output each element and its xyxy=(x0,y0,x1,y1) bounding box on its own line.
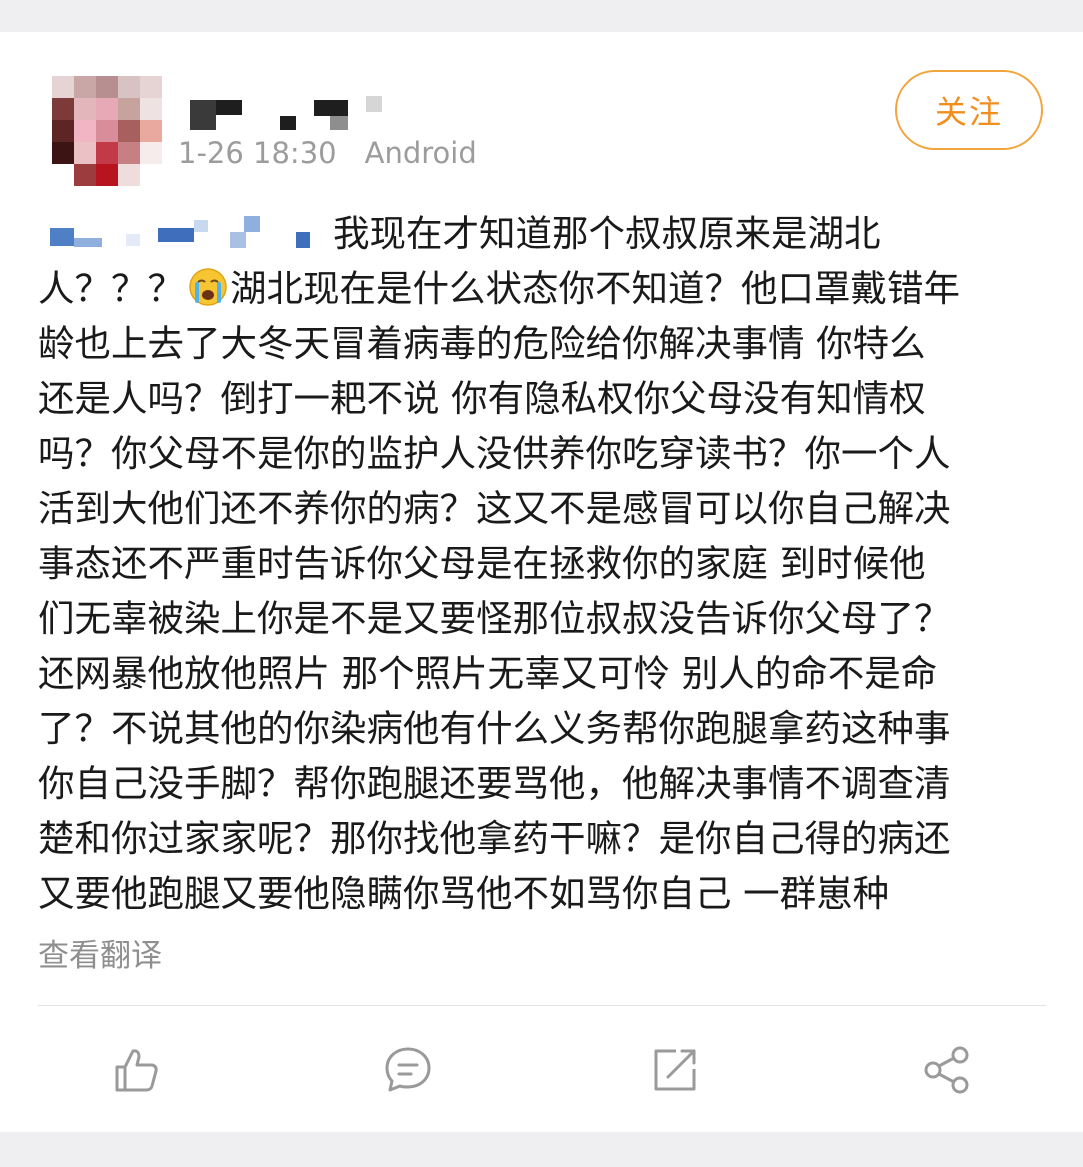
thumbs-up-icon[interactable] xyxy=(111,1045,161,1095)
post-text-segment: 我现在才知道那个叔叔原来是湖北 xyxy=(333,212,881,255)
redaction-block xyxy=(126,234,140,246)
avatar-pixel xyxy=(96,142,118,164)
avatar-pixel xyxy=(52,164,74,186)
divider xyxy=(38,1005,1046,1006)
avatar-pixel xyxy=(140,164,162,186)
avatar-pixel xyxy=(118,120,140,142)
avatar-pixel xyxy=(96,76,118,98)
redaction-block xyxy=(50,228,74,246)
repost-arrow-icon[interactable] xyxy=(650,1045,700,1095)
avatar-pixel xyxy=(96,98,118,120)
redaction-block xyxy=(366,96,382,112)
avatar-pixel xyxy=(118,98,140,120)
comment-bubble-icon[interactable] xyxy=(383,1045,433,1095)
avatar-pixel xyxy=(140,98,162,120)
post-text: 我现在才知道那个叔叔原来是湖北 人？？？ 湖北现在是什么状态你不知道？他口罩戴错… xyxy=(38,206,1048,921)
avatar-pixel xyxy=(96,120,118,142)
avatar-pixel xyxy=(118,164,140,186)
post-text-line: 又要他跑腿又要他隐瞒你骂他不如骂你自己 一群崽种 xyxy=(38,872,890,915)
post-meta: 1-26 18:30 Android xyxy=(178,136,477,170)
avatar-pixel xyxy=(74,164,96,186)
post-text-line: 楚和你过家家呢？那你找他拿药干嘛？是你自己得的病还 xyxy=(38,817,951,860)
post-text-segment: 人？？？ xyxy=(38,267,184,310)
avatar-pixel xyxy=(52,98,74,120)
avatar-pixel xyxy=(74,76,96,98)
post-text-line: 人？？？ 湖北现在是什么状态你不知道？他口罩戴错年 xyxy=(38,261,1048,316)
avatar-pixel xyxy=(96,164,118,186)
avatar-pixel xyxy=(74,120,96,142)
redaction-block xyxy=(330,116,348,130)
post-text-line: 们无辜被染上你是不是又要怪那位叔叔没告诉你父母了？ xyxy=(38,597,951,640)
post-text-line: 我现在才知道那个叔叔原来是湖北 xyxy=(38,206,1048,261)
post-text-line: 还网暴他放他照片 那个照片无辜又可怜 别人的命不是命 xyxy=(38,652,938,695)
avatar-pixel xyxy=(140,120,162,142)
avatar[interactable] xyxy=(52,76,162,186)
post-text-line: 了？不说其他的你染病他有什么义务帮你跑腿拿药这种事 xyxy=(38,707,951,750)
avatar-pixel xyxy=(118,76,140,98)
translate-link[interactable]: 查看翻译 xyxy=(38,930,162,975)
redaction-block xyxy=(230,232,246,248)
redaction-block xyxy=(280,116,296,130)
redaction-block xyxy=(190,100,216,130)
mention-redacted[interactable] xyxy=(38,212,333,252)
redaction-block xyxy=(216,100,242,115)
avatar-pixel xyxy=(118,142,140,164)
post-device: Android xyxy=(364,136,477,170)
post-card: 1-26 18:30 Android 关注 我现在才知道那个叔叔原来是湖北 人？？… xyxy=(0,32,1083,1132)
avatar-pixel xyxy=(74,142,96,164)
avatar-pixel xyxy=(52,120,74,142)
post-text-segment: 湖北现在是什么状态你不知道？他口罩戴错年 xyxy=(230,267,960,310)
avatar-pixel xyxy=(74,98,96,120)
follow-button[interactable]: 关注 xyxy=(895,70,1043,150)
post-time: 1-26 18:30 xyxy=(178,136,337,170)
redaction-block xyxy=(314,100,348,116)
avatar-pixel xyxy=(52,142,74,164)
post-text-line: 事态还不严重时告诉你父母是在拯救你的家庭 到时候他 xyxy=(38,542,926,585)
redaction-block xyxy=(74,238,102,247)
post-text-line: 吗？你父母不是你的监护人没供养你吃穿读书？你一个人 xyxy=(38,432,951,475)
post-text-line: 你自己没手脚？帮你跑腿还要骂他，他解决事情不调查清 xyxy=(38,762,951,805)
redaction-block xyxy=(296,232,310,248)
post-text-line: 还是人吗？倒打一耙不说 你有隐私权你父母没有知情权 xyxy=(38,377,926,420)
username-redacted[interactable] xyxy=(190,94,390,130)
post-text-line: 活到大他们还不养你的病？这又不是感冒可以你自己解决 xyxy=(38,487,951,530)
post-text-line: 龄也上去了大冬天冒着病毒的危险给你解决事情 你特么 xyxy=(38,322,926,365)
share-nodes-icon[interactable] xyxy=(922,1045,972,1095)
redaction-block xyxy=(244,216,260,232)
redaction-block xyxy=(194,220,208,232)
crying-face-emoji xyxy=(189,268,227,306)
avatar-pixel xyxy=(140,142,162,164)
redaction-block xyxy=(158,228,194,242)
